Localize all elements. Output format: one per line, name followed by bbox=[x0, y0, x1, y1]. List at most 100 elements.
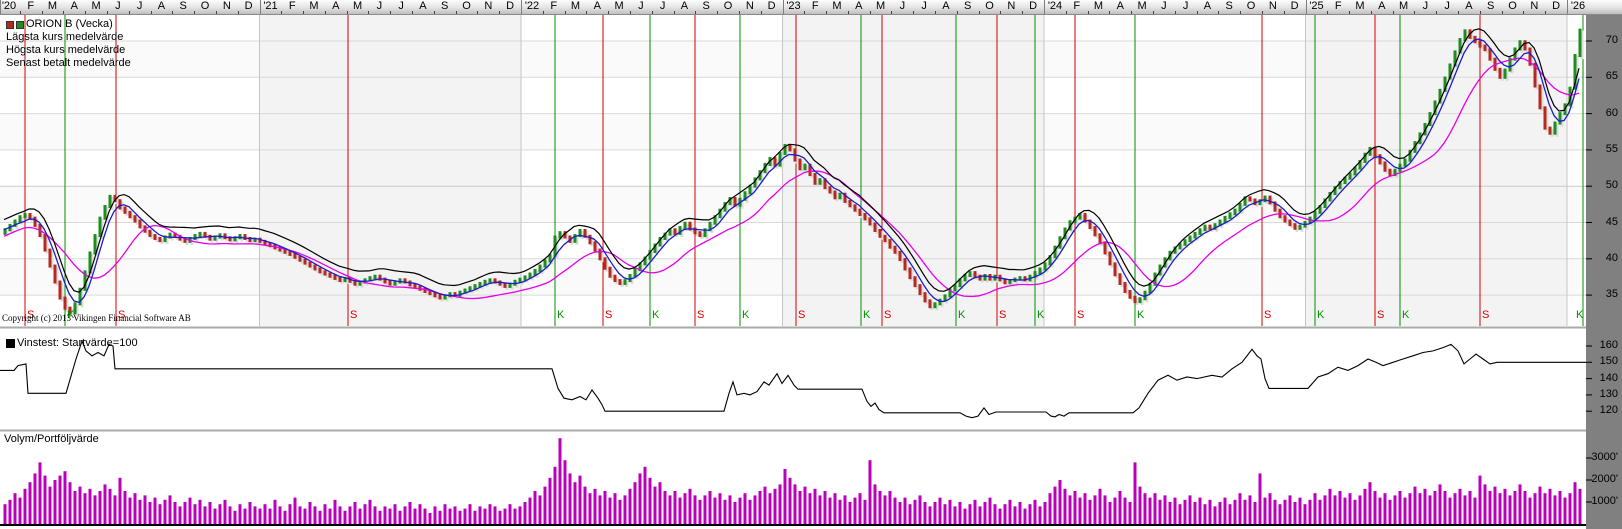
time-axis-month-label: J bbox=[1183, 0, 1189, 13]
time-axis-month-label: M bbox=[571, 0, 580, 13]
time-axis-month-label: M bbox=[48, 0, 57, 13]
time-axis-month-label: M bbox=[1399, 0, 1408, 13]
time-axis-month-label: J bbox=[377, 0, 383, 13]
time-axis-month-label: M bbox=[1355, 0, 1364, 13]
time-axis-month-label: S bbox=[964, 0, 971, 13]
time-axis-tick bbox=[1000, 11, 1001, 14]
chart-canvas[interactable]: SSSSSSSSSSSSKKKKKKKKKKK bbox=[0, 0, 1622, 529]
profit-legend-label: Vinstest: Startvärde=100 bbox=[17, 337, 138, 349]
legend-line-last: Senast betalt medelvärde bbox=[6, 57, 131, 70]
time-axis[interactable]: '20FMAMJJASOND'21FMAMJJASOND'22FMAMJJASO… bbox=[0, 0, 1622, 15]
svg-text:K: K bbox=[1037, 309, 1045, 321]
time-axis-month-label: A bbox=[419, 0, 426, 13]
svg-text:S: S bbox=[1377, 309, 1384, 321]
time-axis-month-label: F bbox=[289, 0, 296, 13]
legend-line-high: Högsta kurs medelvärde bbox=[6, 44, 131, 57]
time-axis-tick bbox=[368, 11, 369, 14]
right-axis-label: 60 bbox=[1588, 107, 1618, 119]
time-axis-tick bbox=[1262, 11, 1263, 14]
svg-text:S: S bbox=[798, 309, 805, 321]
time-axis-month-label: A bbox=[158, 0, 165, 13]
time-axis-month-label: J bbox=[1444, 0, 1450, 13]
time-axis-month-label: D bbox=[506, 0, 514, 13]
time-axis-tick bbox=[20, 11, 21, 14]
time-axis-tick bbox=[42, 11, 43, 14]
time-axis-tick bbox=[499, 11, 500, 14]
time-axis-tick bbox=[325, 11, 326, 14]
time-axis-month-label: M bbox=[353, 0, 362, 13]
right-axis-label: 35 bbox=[1588, 288, 1618, 300]
time-axis-month-label: J bbox=[137, 0, 143, 13]
time-axis-year-label: '22 bbox=[525, 0, 539, 13]
time-axis-month-label: F bbox=[1073, 0, 1080, 13]
time-axis-month-label: F bbox=[550, 0, 557, 13]
svg-text:S: S bbox=[697, 309, 704, 321]
time-axis-month-label: N bbox=[484, 0, 492, 13]
time-axis-tick bbox=[1414, 11, 1415, 14]
time-axis-month-label: S bbox=[1487, 0, 1494, 13]
time-axis-month-label: A bbox=[1465, 0, 1472, 13]
volume-panel-label: Volym/Portföljvärde bbox=[4, 433, 99, 445]
time-axis-month-label: J bbox=[115, 0, 121, 13]
time-axis-tick bbox=[477, 11, 478, 14]
right-axis-label: 55 bbox=[1588, 143, 1618, 155]
svg-text:K: K bbox=[652, 309, 660, 321]
time-axis-month-label: D bbox=[1291, 0, 1299, 13]
time-axis-tick bbox=[848, 11, 849, 14]
right-axis-label: 130 bbox=[1588, 388, 1618, 400]
time-axis-month-label: M bbox=[91, 0, 100, 13]
svg-text:K: K bbox=[557, 309, 565, 321]
time-axis-tick bbox=[194, 11, 195, 14]
year-divider bbox=[783, 0, 784, 14]
time-axis-year-label: '26 bbox=[1571, 0, 1585, 13]
time-axis-month-label: N bbox=[746, 0, 754, 13]
right-axis-label: 140 bbox=[1588, 372, 1618, 384]
time-axis-tick bbox=[1109, 11, 1110, 14]
svg-text:S: S bbox=[884, 309, 891, 321]
time-axis-tick bbox=[1371, 11, 1372, 14]
year-divider bbox=[260, 0, 261, 14]
time-axis-tick bbox=[1545, 11, 1546, 14]
right-axis-label: 50 bbox=[1588, 179, 1618, 191]
time-axis-tick bbox=[543, 11, 544, 14]
time-axis-tick bbox=[1197, 11, 1198, 14]
svg-text:S: S bbox=[1482, 309, 1489, 321]
svg-text:K: K bbox=[1576, 309, 1584, 321]
time-axis-tick bbox=[85, 11, 86, 14]
time-axis-month-label: N bbox=[223, 0, 231, 13]
time-axis-month-label: M bbox=[614, 0, 623, 13]
right-axis-label: 150 bbox=[1588, 355, 1618, 367]
time-axis-tick bbox=[1349, 11, 1350, 14]
time-axis-month-label: N bbox=[1269, 0, 1277, 13]
right-axis-label: 160 bbox=[1588, 339, 1618, 351]
time-axis-tick bbox=[412, 11, 413, 14]
time-axis-tick bbox=[456, 11, 457, 14]
time-axis-month-label: S bbox=[1226, 0, 1233, 13]
time-axis-tick bbox=[979, 11, 980, 14]
time-axis-tick bbox=[172, 11, 173, 14]
time-axis-month-label: F bbox=[27, 0, 34, 13]
time-axis-tick bbox=[630, 11, 631, 14]
time-axis-month-label: S bbox=[703, 0, 710, 13]
profit-panel-legend: Vinstest: Startvärde=100 bbox=[6, 337, 138, 349]
right-axis-label: 70 bbox=[1588, 34, 1618, 46]
time-axis-month-label: J bbox=[900, 0, 906, 13]
svg-text:K: K bbox=[863, 309, 871, 321]
time-axis-tick bbox=[347, 11, 348, 14]
time-axis-year-label: '24 bbox=[1048, 0, 1062, 13]
time-axis-tick bbox=[1523, 11, 1524, 14]
year-divider bbox=[1044, 0, 1045, 14]
time-axis-month-label: A bbox=[1117, 0, 1124, 13]
copyright-text: Copyright (c) 2013 Vikingen Financial So… bbox=[2, 313, 191, 323]
down-bar-swatch-icon bbox=[6, 21, 14, 29]
svg-text:K: K bbox=[742, 309, 750, 321]
time-axis-tick bbox=[1327, 11, 1328, 14]
svg-text:S: S bbox=[1077, 309, 1084, 321]
time-axis-tick bbox=[870, 11, 871, 14]
time-axis-tick bbox=[107, 11, 108, 14]
svg-text:K: K bbox=[958, 309, 966, 321]
time-axis-month-label: O bbox=[1247, 0, 1256, 13]
volume-baseline bbox=[0, 524, 1586, 526]
time-axis-tick bbox=[674, 11, 675, 14]
right-axis-label: 45 bbox=[1588, 216, 1618, 228]
